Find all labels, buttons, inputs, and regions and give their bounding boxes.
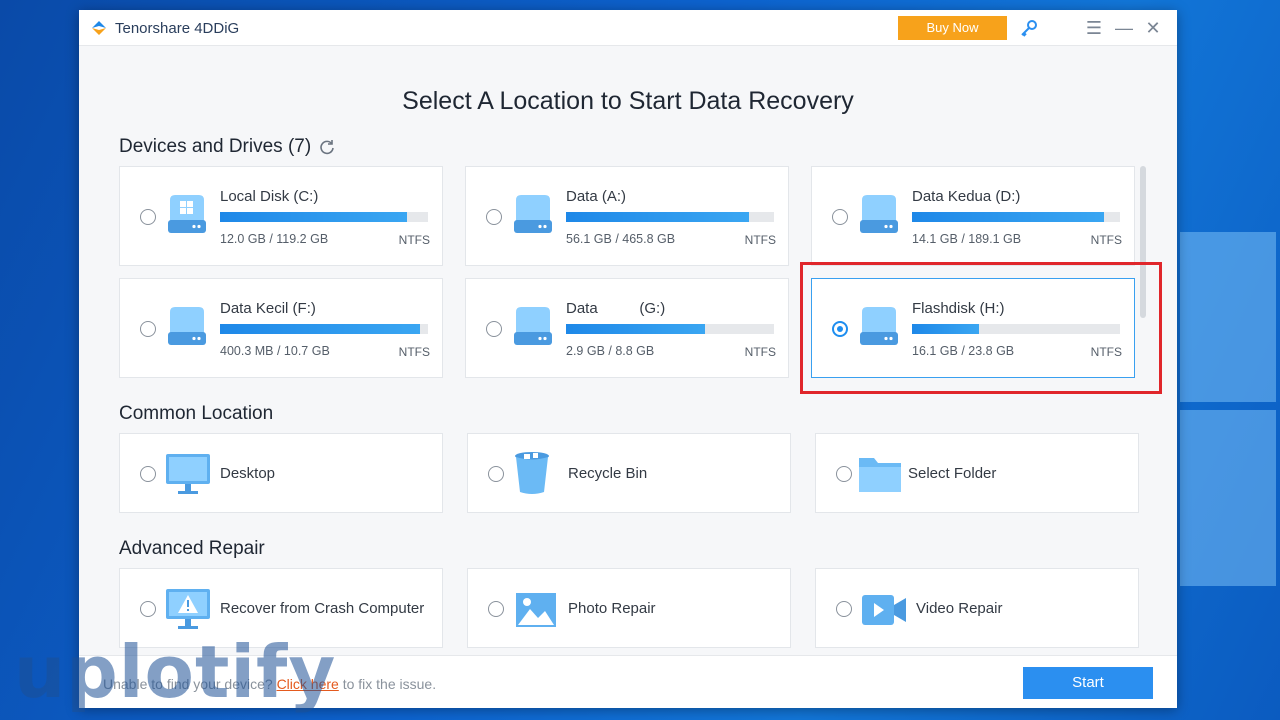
annotation-highlight-box — [800, 262, 1162, 394]
drive-size: 56.1 GB / 465.8 GB — [566, 232, 676, 246]
drive-size: 14.1 GB / 189.1 GB — [912, 232, 1022, 246]
desktop-window-pane — [1180, 232, 1276, 402]
devices-section-title: Devices and Drives (7) — [119, 136, 312, 157]
radio-button[interactable] — [140, 466, 156, 482]
radio-button[interactable] — [836, 601, 852, 617]
footer-suffix: to fix the issue. — [338, 676, 437, 692]
folder-icon — [859, 458, 901, 492]
drive-name: Data (G:) — [566, 300, 666, 317]
location-label: Recycle Bin — [568, 465, 648, 482]
radio-button[interactable] — [486, 209, 502, 225]
buy-now-button[interactable]: Buy Now — [898, 16, 1007, 40]
radio-button[interactable] — [488, 466, 504, 482]
drive-name: Data (A:) — [566, 188, 627, 205]
drive-usage-bar — [912, 212, 1120, 222]
refresh-icon[interactable] — [318, 138, 336, 156]
drive-icon — [168, 307, 206, 345]
drive-card[interactable]: Local Disk (C:) 12.0 GB / 119.2 GB NTFS — [119, 166, 443, 266]
watermark-text: uplotify — [14, 630, 337, 714]
repair-label: Recover from Crash Computer — [220, 600, 425, 617]
repair-card-video[interactable]: Video Repair — [815, 568, 1139, 648]
drive-usage-bar — [220, 212, 428, 222]
drive-filesystem: NTFS — [744, 233, 776, 247]
drive-card[interactable]: Data (A:) 56.1 GB / 465.8 GB NTFS — [465, 166, 789, 266]
drive-usage-fill — [220, 212, 408, 222]
app-window: Tenorshare 4DDiG Buy Now ☰ — ✕ Select A … — [79, 10, 1177, 708]
minimize-icon[interactable]: — — [1114, 18, 1134, 38]
start-button[interactable]: Start — [1023, 667, 1153, 699]
radio-button[interactable] — [140, 209, 156, 225]
drive-card[interactable]: Data (G:) 2.9 GB / 8.8 GB NTFS — [465, 278, 789, 378]
drive-size: 2.9 GB / 8.8 GB — [566, 344, 655, 358]
key-icon[interactable] — [1019, 19, 1039, 39]
drive-usage-fill — [220, 324, 420, 334]
drive-usage-bar — [566, 212, 774, 222]
common-location-title: Common Location — [119, 403, 274, 424]
radio-button[interactable] — [486, 321, 502, 337]
radio-button[interactable] — [488, 601, 504, 617]
radio-button[interactable] — [832, 209, 848, 225]
drive-usage-fill — [566, 324, 706, 334]
drive-icon — [514, 195, 552, 233]
menu-icon[interactable]: ☰ — [1084, 18, 1104, 38]
drive-icon — [860, 195, 898, 233]
radio-button[interactable] — [140, 321, 156, 337]
drive-card[interactable]: Data Kecil (F:) 400.3 MB / 10.7 GB NTFS — [119, 278, 443, 378]
desktop-window-pane — [1180, 410, 1276, 586]
drive-icon — [168, 195, 206, 233]
drive-icon — [514, 307, 552, 345]
location-card-desktop[interactable]: Desktop — [119, 433, 443, 513]
drive-name: Data Kedua (D:) — [912, 188, 1021, 205]
recycle-bin-icon — [515, 452, 549, 494]
video-icon — [862, 595, 906, 625]
drive-size: 12.0 GB / 119.2 GB — [220, 232, 329, 246]
radio-button[interactable] — [140, 601, 156, 617]
crash-computer-icon — [166, 589, 210, 629]
repair-card-photo[interactable]: Photo Repair — [467, 568, 791, 648]
drive-filesystem: NTFS — [398, 345, 430, 359]
drive-card[interactable]: Data Kedua (D:) 14.1 GB / 189.1 GB NTFS — [811, 166, 1135, 266]
repair-label: Video Repair — [916, 600, 1003, 617]
page-title: Select A Location to Start Data Recovery — [402, 87, 854, 115]
drive-size: 400.3 MB / 10.7 GB — [220, 344, 330, 358]
location-label: Desktop — [220, 465, 276, 482]
drive-usage-fill — [912, 212, 1105, 222]
drive-name: Data Kecil (F:) — [220, 300, 316, 317]
drive-usage-bar — [220, 324, 428, 334]
photo-icon — [516, 593, 556, 627]
app-logo-icon — [92, 21, 106, 35]
drive-filesystem: NTFS — [398, 233, 430, 247]
title-bar: Tenorshare 4DDiG Buy Now ☰ — ✕ — [79, 10, 1177, 46]
location-card-recycle-bin[interactable]: Recycle Bin — [467, 433, 791, 513]
drive-filesystem: NTFS — [744, 345, 776, 359]
location-label: Select Folder — [908, 465, 997, 482]
location-card-select-folder[interactable]: Select Folder — [815, 433, 1139, 513]
drive-usage-bar — [566, 324, 774, 334]
advanced-repair-title: Advanced Repair — [119, 538, 265, 559]
close-icon[interactable]: ✕ — [1143, 18, 1163, 38]
drive-usage-fill — [566, 212, 750, 222]
app-title: Tenorshare 4DDiG — [115, 20, 240, 37]
drive-name: Local Disk (C:) — [220, 188, 319, 205]
drive-filesystem: NTFS — [1090, 233, 1122, 247]
repair-label: Photo Repair — [568, 600, 656, 617]
monitor-icon — [166, 454, 210, 494]
radio-button[interactable] — [836, 466, 852, 482]
